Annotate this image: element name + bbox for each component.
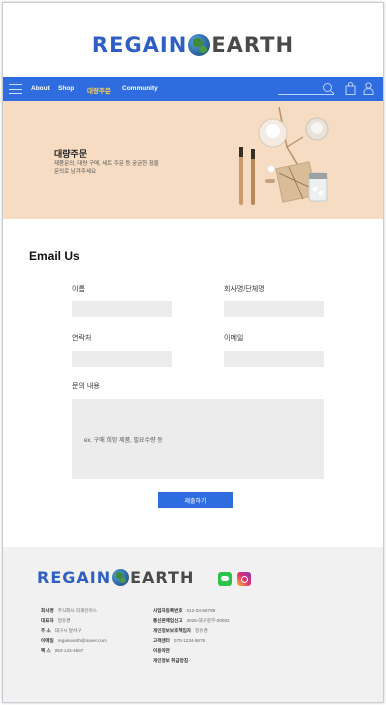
company-field[interactable]	[224, 301, 324, 317]
eco-products-image	[239, 107, 329, 205]
logo-text-earth: earth	[211, 33, 295, 57]
email-field[interactable]	[224, 351, 324, 367]
inquiry-content-label: 문의 내용	[72, 383, 100, 390]
instagram-icon[interactable]	[237, 572, 251, 586]
nav-item-shop[interactable]: Shop	[58, 85, 74, 92]
footer-info-row: 개인정보보호책임자 정유경	[153, 628, 208, 633]
nav-item-about[interactable]: About	[31, 85, 50, 92]
footer-info-row: 사업자등록번호 012-34-56789	[153, 608, 216, 613]
banner-description: 제품문의, 대량 구매, 세트 주문 등 궁금한 점을 문의로 남겨주세요	[54, 161, 159, 175]
footer-logo[interactable]: Regain earth	[37, 568, 194, 587]
email-label: 이메일	[224, 335, 244, 342]
header-logo-wrap: Regain earth	[3, 33, 383, 57]
footer-logo-text-earth: earth	[130, 568, 195, 587]
footer-info-row: 고객센터 070-1234-5678	[153, 638, 206, 643]
footer-info-row: 이메일 regainearth@naver.com	[41, 638, 107, 643]
footer-logo-text-regain: Regain	[37, 568, 112, 587]
company-label: 회사명/단체명	[224, 286, 265, 293]
footer-info-row: 대표자 정유경	[41, 618, 71, 623]
phone-label: 연락처	[72, 335, 92, 342]
main-nav: About Shop 대량주문 Community	[3, 77, 383, 101]
footer-info-row: 통신판매업신고 2025-대구중부-00002	[153, 618, 230, 623]
site-logo[interactable]: Regain earth	[92, 33, 294, 57]
footer: Regain earth 회사명 주식회사 리게인어스 대표자 정유경 주 소 대구시…	[3, 547, 383, 702]
line-icon[interactable]	[218, 572, 232, 586]
globe-icon	[188, 34, 211, 56]
name-label: 이름	[72, 286, 85, 293]
search-icon[interactable]	[322, 82, 335, 95]
nav-item-bulk-order[interactable]: 대량주문	[87, 85, 111, 95]
menu-icon[interactable]	[9, 84, 22, 94]
page-frame: Regain earth About Shop 대량주문 Community 대…	[2, 2, 384, 703]
footer-info-row: 주 소 대구시 달서구	[41, 628, 82, 633]
hero-banner: 대량주문 제품문의, 대량 구매, 세트 주문 등 궁금한 점을 문의로 남겨주…	[3, 101, 383, 219]
email-us-title: Email Us	[29, 249, 80, 263]
footer-globe-icon	[112, 569, 130, 586]
name-field[interactable]	[72, 301, 172, 317]
user-icon[interactable]	[363, 82, 374, 95]
nav-item-community[interactable]: Community	[122, 85, 158, 92]
shopping-bag-icon[interactable]	[345, 82, 356, 95]
footer-info-row: 팩 스 053-123-4567	[41, 648, 84, 653]
phone-field[interactable]	[72, 351, 172, 367]
terms-link[interactable]: 이용약관	[153, 648, 174, 654]
privacy-policy-link[interactable]: 개인정보 취급방침	[153, 658, 192, 664]
footer-info-row: 회사명 주식회사 리게인어스	[41, 608, 98, 613]
banner-title: 대량주문	[54, 149, 88, 159]
submit-button[interactable]: 제출하기	[158, 492, 233, 508]
logo-text-regain: Regain	[91, 33, 188, 57]
inquiry-content-placeholder: ex. 구매 희망 제품, 필요수량 등	[84, 438, 163, 444]
